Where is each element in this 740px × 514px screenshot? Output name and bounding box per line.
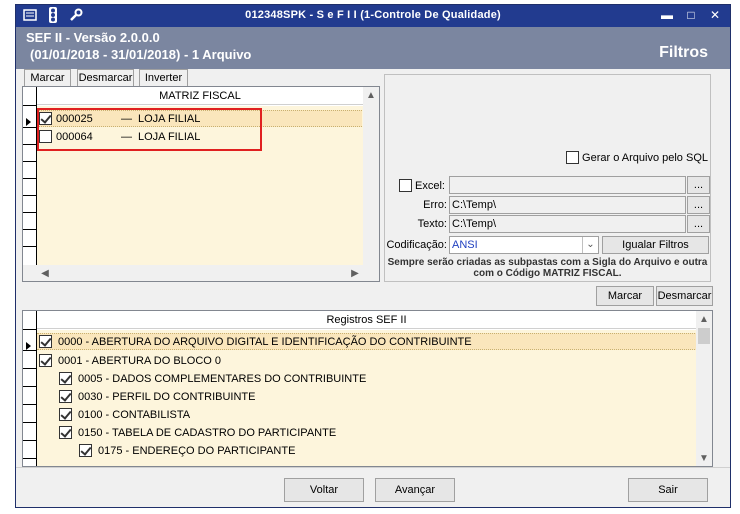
scroll-up-icon[interactable]: ▲	[363, 87, 379, 103]
matriz-vertical-scrollbar[interactable]: ▲	[363, 87, 379, 265]
footer-bar: Voltar Avançar Sair	[16, 467, 730, 507]
chevron-down-icon[interactable]: ⌄	[582, 237, 598, 253]
registro-row[interactable]: 0175 - ENDEREÇO DO PARTICIPANTE	[37, 442, 697, 459]
registro-row[interactable]: 0001 - ABERTURA DO BLOCO 0	[37, 352, 697, 369]
scroll-left-icon[interactable]: ◀	[37, 265, 53, 281]
sair-button[interactable]: Sair	[628, 478, 708, 502]
window-controls: ▬ □ ✕	[658, 7, 724, 23]
current-row-pointer-icon	[26, 118, 31, 126]
maximize-button[interactable]: □	[682, 7, 700, 23]
scroll-down-icon[interactable]: ▼	[696, 450, 712, 466]
gerar-sql-checkbox[interactable]	[566, 151, 580, 164]
subfolder-note: Sempre serão criadas as subpastas com a …	[387, 257, 708, 279]
registro-label: 0005 - DADOS COMPLEMENTARES DO CONTRIBUI…	[78, 372, 367, 385]
row-checkbox[interactable]	[59, 372, 72, 385]
registro-label: 0000 - ABERTURA DO ARQUIVO DIGITAL E IDE…	[58, 335, 472, 348]
current-row-pointer-icon	[26, 342, 31, 350]
registro-row[interactable]: 0030 - PERFIL DO CONTRIBUINTE	[37, 388, 697, 405]
highlight-box	[37, 108, 262, 151]
erro-path-field[interactable]: C:\Temp\	[449, 196, 686, 214]
gerar-sql-label: Gerar o Arquivo pelo SQL	[582, 151, 708, 164]
app-version: SEF II - Versão 2.0.0.0	[26, 30, 160, 45]
registro-row[interactable]: 0000 - ABERTURA DO ARQUIVO DIGITAL E IDE…	[37, 333, 697, 350]
row-checkbox[interactable]	[39, 354, 52, 367]
row-checkbox[interactable]	[59, 408, 72, 421]
registros-marcar-button[interactable]: Marcar	[596, 286, 654, 306]
registro-row[interactable]: 0100 - CONTABILISTA	[37, 406, 697, 423]
scroll-thumb[interactable]	[698, 328, 710, 344]
registro-label: 0100 - CONTABILISTA	[78, 408, 191, 421]
texto-browse-button[interactable]: ...	[687, 215, 710, 233]
codificacao-select[interactable]: ANSI ⌄	[449, 236, 599, 254]
registros-desmarcar-button[interactable]: Desmarcar	[656, 286, 713, 306]
main-window: 012348SPK - S e F I I (1-Controle De Qua…	[15, 4, 731, 508]
erro-label: Erro:	[423, 199, 447, 211]
row-checkbox[interactable]	[39, 335, 52, 348]
grid-gutter	[23, 87, 37, 281]
grid-gutter	[23, 311, 37, 466]
options-panel: Gerar o Arquivo pelo SQL Excel: ... Erro…	[384, 74, 711, 282]
section-title: Filtros	[659, 44, 708, 61]
title-bar[interactable]: 012348SPK - S e F I I (1-Controle De Qua…	[16, 5, 730, 27]
row-checkbox[interactable]	[59, 390, 72, 403]
inverter-tab[interactable]: Inverter	[139, 69, 188, 86]
excel-path-field[interactable]	[449, 176, 686, 194]
registro-row[interactable]: 0005 - DADOS COMPLEMENTARES DO CONTRIBUI…	[37, 370, 697, 387]
row-checkbox[interactable]	[59, 426, 72, 439]
matriz-column-header: MATRIZ FISCAL	[37, 87, 363, 105]
codificacao-label: Codificação:	[386, 239, 447, 251]
matriz-grid: MATRIZ FISCAL 000025 — LOJA FILIAL 00006…	[22, 86, 380, 282]
header-banner: SEF II - Versão 2.0.0.0 (01/01/2018 - 31…	[16, 27, 730, 69]
minimize-button[interactable]: ▬	[658, 7, 676, 23]
marcar-tab[interactable]: Marcar	[24, 69, 71, 86]
registro-label: 0150 - TABELA DE CADASTRO DO PARTICIPANT…	[78, 426, 337, 439]
registro-label: 0030 - PERFIL DO CONTRIBUINTE	[78, 390, 256, 403]
scroll-up-icon[interactable]: ▲	[696, 311, 712, 327]
window-title: 012348SPK - S e F I I (1-Controle De Qua…	[245, 9, 501, 21]
excel-browse-button[interactable]: ...	[687, 176, 710, 194]
desmarcar-tab[interactable]: Desmarcar	[77, 69, 134, 86]
gerar-sql-option[interactable]: Gerar o Arquivo pelo SQL	[566, 151, 708, 164]
registros-vertical-scrollbar[interactable]: ▲ ▼	[696, 311, 712, 466]
row-checkbox[interactable]	[79, 444, 92, 457]
voltar-button[interactable]: Voltar	[284, 478, 364, 502]
registro-label: 0175 - ENDEREÇO DO PARTICIPANTE	[98, 444, 296, 457]
igualar-filtros-button[interactable]: Igualar Filtros	[602, 236, 709, 254]
excel-option[interactable]: Excel:	[399, 179, 445, 192]
texto-path-field[interactable]: C:\Temp\	[449, 215, 686, 233]
matriz-horizontal-scrollbar[interactable]: ◀ ▶	[23, 265, 379, 281]
erro-browse-button[interactable]: ...	[687, 196, 710, 214]
scroll-right-icon[interactable]: ▶	[347, 265, 363, 281]
registros-grid: Registros SEF II 0000 - ABERTURA DO ARQU…	[22, 310, 713, 467]
close-button[interactable]: ✕	[706, 7, 724, 23]
excel-checkbox[interactable]	[399, 179, 412, 192]
registro-row[interactable]: 0150 - TABELA DE CADASTRO DO PARTICIPANT…	[37, 424, 697, 441]
registro-label: 0001 - ABERTURA DO BLOCO 0	[58, 354, 222, 367]
registros-column-header: Registros SEF II	[37, 311, 696, 329]
codificacao-value: ANSI	[452, 239, 478, 251]
period-label: (01/01/2018 - 31/01/2018) - 1 Arquivo	[30, 47, 252, 62]
excel-label: Excel:	[415, 179, 445, 192]
texto-label: Texto:	[417, 218, 447, 230]
avancar-button[interactable]: Avançar	[375, 478, 455, 502]
